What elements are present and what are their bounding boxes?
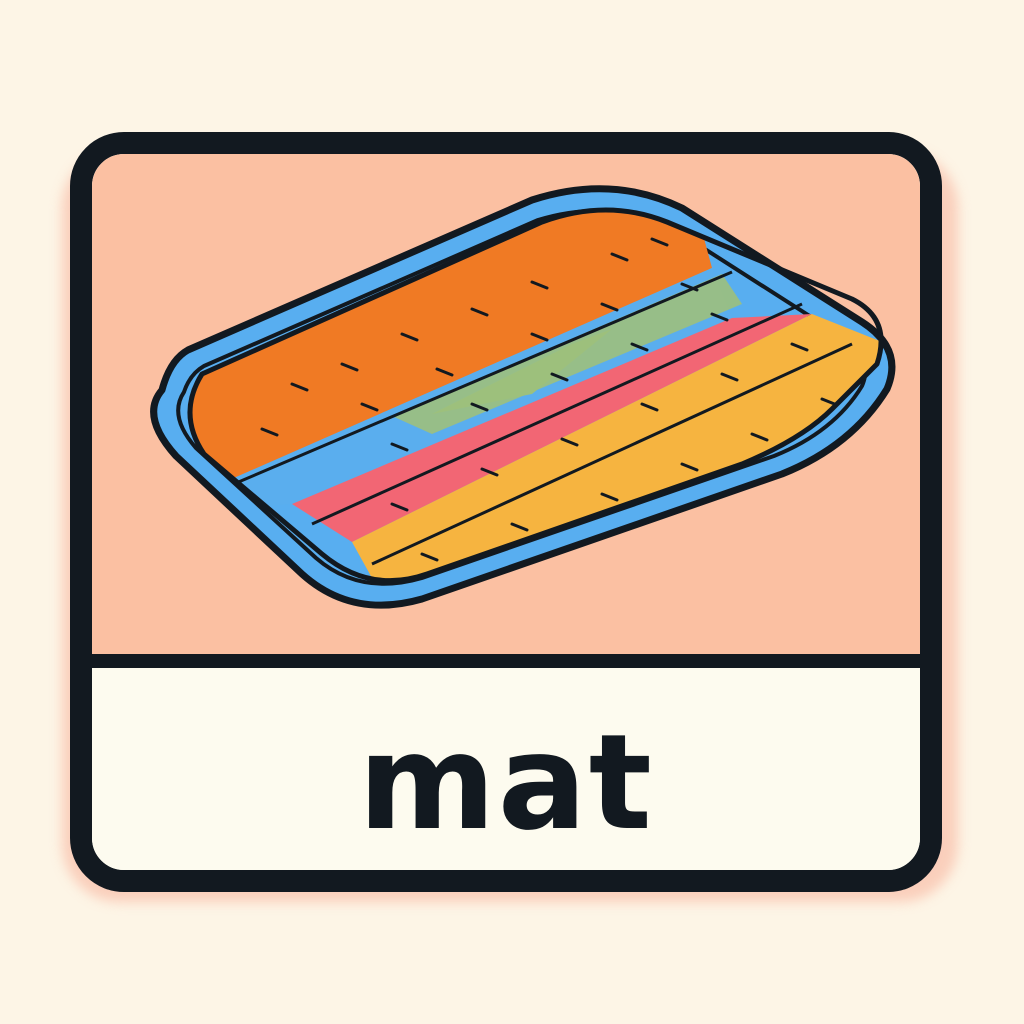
word-panel: mat — [92, 668, 920, 870]
striped-mat-icon — [150, 185, 896, 609]
picture-panel — [92, 154, 920, 668]
card-word: mat — [358, 706, 654, 860]
flashcard-page: mat — [0, 0, 1024, 1024]
vocabulary-card: mat — [70, 132, 942, 892]
